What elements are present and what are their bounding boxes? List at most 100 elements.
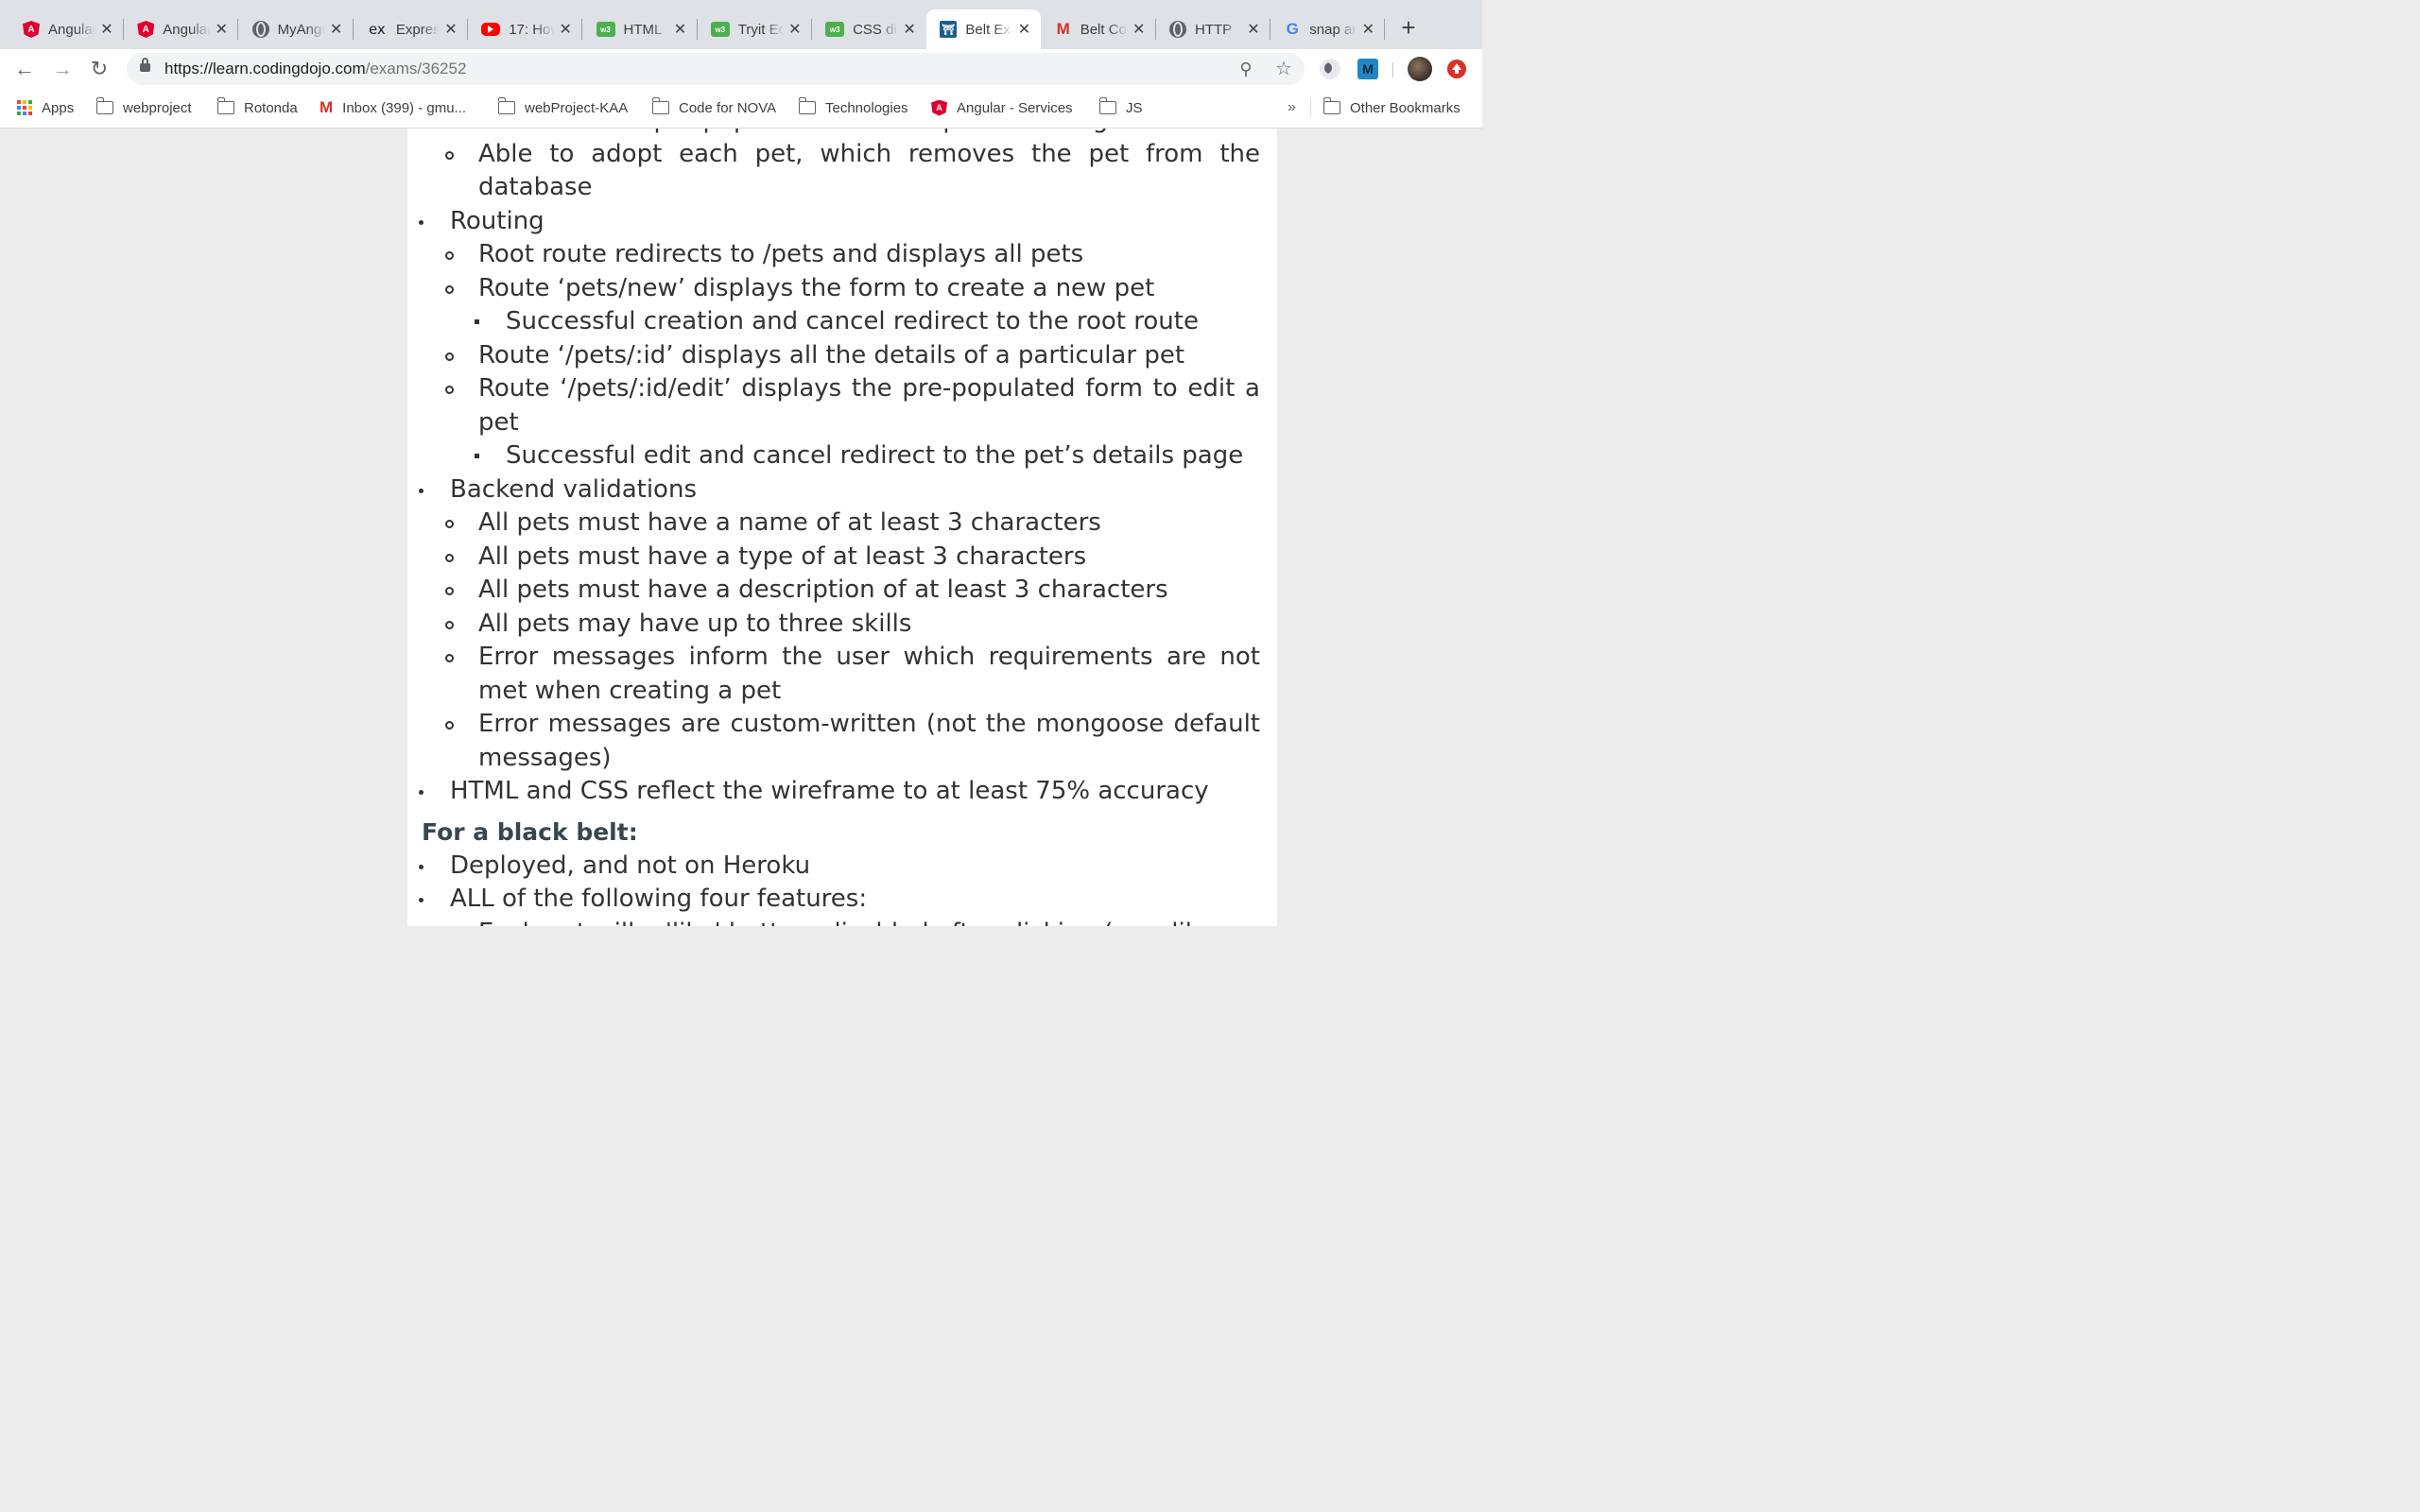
bookmark-item[interactable]: Rotonda: [216, 89, 298, 127]
bookmark-star-icon[interactable]: ☆: [1272, 58, 1295, 80]
close-icon[interactable]: ✕: [1246, 20, 1261, 39]
folder-icon: [216, 97, 234, 114]
bookmark-item[interactable]: webproject: [95, 89, 192, 127]
folder-icon: [1322, 97, 1340, 114]
google-icon: G: [1286, 20, 1299, 38]
list-item: Routing: [407, 205, 1277, 239]
list-item: HTML and CSS reflect the wireframe to at…: [407, 775, 1277, 809]
update-icon[interactable]: [1447, 60, 1466, 78]
profile-avatar[interactable]: [1408, 57, 1432, 81]
tab-strip: AAngular✕AAngular✕MyAngular✕exExpress✕17…: [0, 0, 1482, 49]
list-item-text: Root route redirects to /pets and displa…: [478, 240, 1084, 268]
bookmark-label: webproject: [123, 99, 192, 116]
bookmark-other-bookmarks[interactable]: Other Bookmarks: [1322, 89, 1461, 127]
close-icon[interactable]: ✕: [787, 20, 803, 39]
list-item-text: Route ‘pets/new’ displays the form to cr…: [478, 273, 1155, 302]
tab-title: CSS display: [853, 21, 898, 38]
bookmark-item[interactable]: Code for NOVA: [651, 89, 776, 127]
youtube-icon: [481, 23, 501, 36]
angular-icon: A: [23, 21, 40, 38]
browser-tab[interactable]: MyAngular✕: [239, 9, 354, 49]
list-item-text: HTML and CSS reflect the wireframe to at…: [450, 777, 1209, 805]
browser-tab[interactable]: A Angular ✕: [9, 9, 124, 49]
bookmark-label: Apps: [42, 99, 75, 116]
bookmark-item[interactable]: A Angular - Services: [931, 89, 1073, 127]
browser-tab[interactable]: ⛩ Belt Exam✕: [926, 9, 1042, 49]
bookmark-label: Technologies: [825, 99, 908, 116]
tab-title: Express: [395, 21, 440, 38]
close-icon[interactable]: ✕: [673, 20, 688, 39]
address-bar[interactable]: https://learn.codingdojo.com/exams/36252…: [127, 53, 1305, 85]
page-viewport[interactable]: Edit form is pre-populated with the pet’…: [0, 129, 1482, 926]
m-extension-icon[interactable]: M: [1357, 59, 1378, 79]
list-item: Root route redirects to /pets and displa…: [407, 238, 1277, 272]
bookmark-item[interactable]: Technologies: [798, 89, 908, 127]
bookmarks-overflow-chevron[interactable]: »: [1288, 89, 1296, 127]
list-item: All pets may have up to three skills: [407, 608, 1277, 642]
globe-icon: [251, 21, 269, 38]
list-item: Route ‘/pets/:id’ displays all the detai…: [407, 339, 1277, 373]
list-item-text: Each pet will a 'like' button, disabled …: [478, 917, 1260, 927]
browser-tab[interactable]: Gsnap and✕: [1270, 9, 1386, 49]
angular-icon: A: [931, 99, 947, 116]
browser-tab[interactable]: w3 CSS display✕: [812, 9, 926, 49]
back-arrow-icon[interactable]: ←: [11, 56, 38, 82]
forward-arrow-icon[interactable]: →: [49, 56, 76, 82]
zoom-icon[interactable]: ⚲: [1235, 58, 1257, 80]
folder-icon: [651, 97, 669, 114]
lock-icon[interactable]: [140, 58, 150, 72]
list-item: Successful edit and cancel redirect to t…: [407, 439, 1277, 473]
browser-tab[interactable]: w3 Tryit Editor✕: [698, 9, 812, 49]
reload-icon[interactable]: ↻: [86, 56, 112, 82]
close-icon[interactable]: ✕: [1016, 20, 1031, 39]
tab-title: 17: How: [509, 21, 554, 38]
list-item: Route ‘pets/new’ displays the form to cr…: [407, 272, 1277, 306]
list-item-text: Route ‘/pets/:id’ displays all the detai…: [478, 340, 1185, 369]
list-item: ALL of the following four features:: [407, 883, 1277, 917]
list-item-text: Error messages are custom-written (not t…: [478, 710, 1260, 772]
close-icon[interactable]: ✕: [1360, 20, 1375, 39]
tab-separator: [1384, 19, 1386, 40]
w3schools-icon: w3: [825, 22, 845, 37]
close-icon[interactable]: ✕: [902, 20, 917, 39]
toolbar-divider: [1392, 62, 1393, 77]
tab-title: HTML: [623, 21, 663, 38]
bookmarks-divider: [1310, 98, 1311, 117]
list-item-text: All pets may have up to three skills: [478, 609, 912, 638]
tab-title: snap and: [1309, 21, 1357, 38]
bookmark-item[interactable]: webProject-KAA: [497, 89, 629, 127]
close-icon[interactable]: ✕: [558, 20, 573, 39]
close-icon[interactable]: ✕: [329, 20, 344, 39]
bookmark-label: JS: [1126, 99, 1143, 116]
list-item-text: All pets must have a description of at l…: [478, 576, 1168, 604]
browser-tab[interactable]: HTTP ✕: [1156, 9, 1270, 49]
dark-mode-extension-icon[interactable]: [1320, 59, 1340, 79]
browser-toolbar: ← → ↻ https://learn.codingdojo.com/exams…: [0, 49, 1482, 89]
browser-tab[interactable]: M Belt Code✕: [1042, 9, 1156, 49]
url-text[interactable]: https://learn.codingdojo.com/exams/36252: [164, 53, 466, 85]
new-tab-button[interactable]: +: [1395, 15, 1422, 42]
browser-tab[interactable]: 17: How✕: [468, 9, 583, 49]
bookmark-item[interactable]: JS: [1098, 89, 1143, 127]
close-icon[interactable]: ✕: [1132, 20, 1147, 39]
browser-tab[interactable]: w3 HTML ✕: [583, 9, 698, 49]
browser-tab[interactable]: ex Express✕: [354, 9, 468, 49]
tab-title: Angular: [48, 21, 95, 38]
bookmark-label: Angular - Services: [957, 99, 1073, 116]
browser-tab[interactable]: A Angular ✕: [124, 9, 239, 49]
close-icon[interactable]: ✕: [443, 20, 458, 39]
bookmark-label: webProject-KAA: [525, 99, 629, 116]
w3schools-icon: w3: [710, 22, 730, 37]
list-item-text: Edit form is pre-populated with the pet’…: [506, 129, 1260, 138]
close-icon[interactable]: ✕: [214, 20, 229, 39]
close-icon[interactable]: ✕: [99, 20, 114, 39]
list-item-text: Deployed, and not on Heroku: [450, 850, 811, 880]
list-item-text: Route ‘/pets/:id/edit’ displays the pre-…: [478, 374, 1260, 437]
list-item: Backend validations: [407, 473, 1277, 507]
list-item-text: Routing: [450, 206, 544, 235]
folder-icon: [1098, 97, 1116, 114]
bookmark-item[interactable]: Apps: [17, 89, 74, 127]
list-item: Error messages are custom-written (not t…: [407, 708, 1277, 775]
tab-title: Tryit Editor: [737, 21, 784, 38]
bookmark-item[interactable]: M Inbox (399) - gmu...: [320, 89, 466, 127]
